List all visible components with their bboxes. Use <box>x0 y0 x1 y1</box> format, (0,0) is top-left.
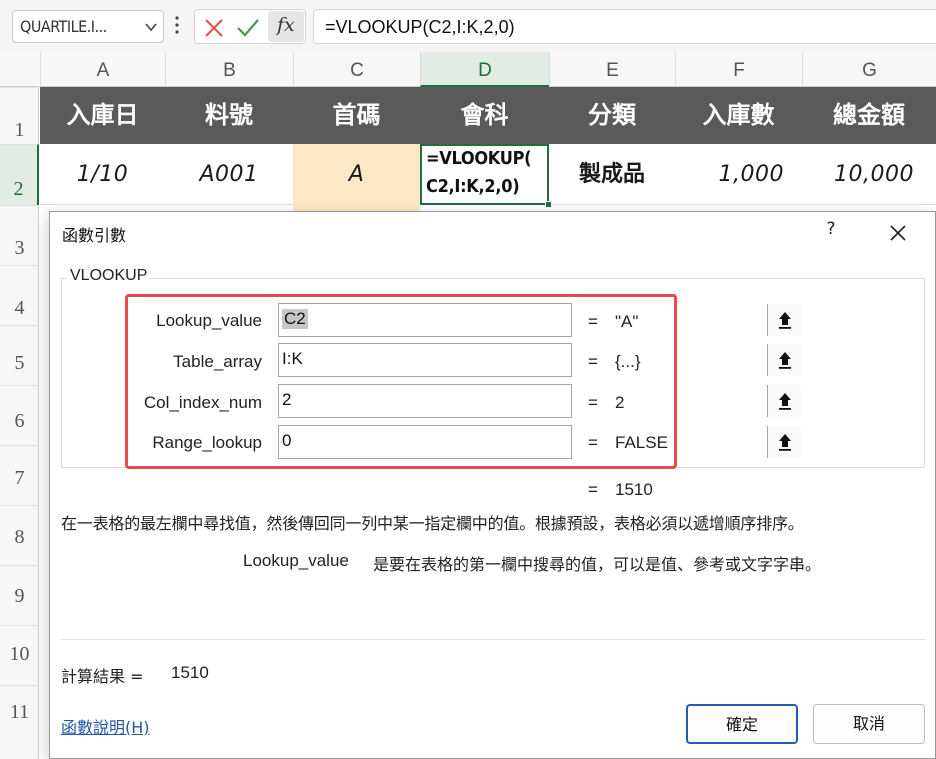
row-header-2[interactable]: 2 <box>0 144 39 205</box>
formula-bar: QUARTILE.I... fx =VLOOKUP(C2,I:K,2,0) <box>0 0 936 52</box>
cell-d2-formula-line-2: C2,I:K,2,0) <box>426 176 520 197</box>
cell-d1[interactable]: 會科 <box>420 87 549 144</box>
arg-equals: = <box>588 433 598 452</box>
arg-equals: = <box>588 352 598 371</box>
upload-arrow-icon <box>779 434 791 451</box>
ok-button[interactable]: 確定 <box>686 704 798 744</box>
function-description: 在一表格的最左欄中尋找值，然後傳回同一列中某一指定欄中的值。根據預設，表格必須以… <box>61 514 804 533</box>
chevron-down-icon[interactable] <box>144 20 158 34</box>
cell-a1[interactable]: 入庫日 <box>40 87 165 144</box>
formula-text: =VLOOKUP(C2,I:K,2,0) <box>325 17 515 37</box>
row-header-8[interactable]: 8 <box>0 505 39 565</box>
formula-buttons: fx <box>194 9 306 44</box>
range-lookup-text: 0 <box>282 431 292 450</box>
column-header-f[interactable]: F <box>675 52 802 87</box>
row-header-7[interactable]: 7 <box>0 445 39 505</box>
col-index-num-field[interactable]: 2 <box>278 384 801 418</box>
insert-function-button[interactable]: fx <box>268 11 304 42</box>
row-header-10[interactable]: 10 <box>0 625 39 685</box>
cell-a2[interactable]: 1/10 <box>40 144 165 205</box>
function-help-link[interactable]: 函數說明(H) <box>61 714 150 738</box>
calc-result-label: 計算結果 = <box>61 667 144 686</box>
column-header-d[interactable]: D <box>420 52 549 87</box>
table-array-field[interactable]: I:K <box>278 343 801 377</box>
arg-label-col-index-num: Col_index_num <box>143 393 262 412</box>
function-name-label: VLOOKUP <box>67 267 151 285</box>
cell-e2[interactable]: 製成品 <box>549 144 675 205</box>
upload-arrow-icon <box>779 352 791 369</box>
row-header-6[interactable]: 6 <box>0 385 39 445</box>
arg-result-range-lookup: FALSE <box>615 433 668 452</box>
upload-arrow-icon <box>779 393 791 410</box>
close-icon[interactable] <box>204 18 224 38</box>
function-result-equals: = <box>588 480 598 499</box>
cell-d2-active[interactable]: =VLOOKUP( C2,I:K,2,0) <box>420 144 552 208</box>
lookup-value-text: C2 <box>282 309 308 329</box>
divider <box>61 639 925 640</box>
row-header-9[interactable]: 9 <box>0 565 39 625</box>
collapse-dialog-button[interactable] <box>767 304 801 336</box>
cell-f1[interactable]: 入庫數 <box>675 87 802 144</box>
current-arg-name: Lookup_value <box>243 551 349 570</box>
cell-c2[interactable]: A <box>293 144 420 205</box>
cell-g1[interactable]: 總金額 <box>802 87 936 144</box>
row-header-4[interactable]: 4 <box>0 265 39 325</box>
close-icon[interactable] <box>886 221 910 245</box>
arg-label-lookup-value: Lookup_value <box>156 311 262 330</box>
cell-f2[interactable]: 1,000 <box>675 144 802 205</box>
column-header-g[interactable]: G <box>802 52 936 87</box>
row-header-5[interactable]: 5 <box>0 325 39 385</box>
column-headers: A B C D E F G <box>0 52 936 87</box>
dialog-title: 函數引數 <box>62 226 127 245</box>
arg-equals: = <box>588 393 598 412</box>
row-header-3[interactable]: 3 <box>0 205 39 265</box>
formula-input[interactable]: =VLOOKUP(C2,I:K,2,0) <box>313 9 936 44</box>
check-icon[interactable] <box>237 18 259 38</box>
upload-arrow-icon <box>779 312 791 329</box>
collapse-dialog-button[interactable] <box>767 385 801 417</box>
cell-b2[interactable]: A001 <box>165 144 293 205</box>
cell-c1[interactable]: 首碼 <box>293 87 420 144</box>
arg-equals: = <box>588 312 598 331</box>
header-row: 入庫日 料號 首碼 會科 分類 入庫數 總金額 <box>40 87 936 144</box>
help-icon[interactable]: ? <box>820 219 842 243</box>
name-box-text: QUARTILE.I... <box>20 17 107 36</box>
column-header-c[interactable]: C <box>293 52 420 87</box>
row-headers: 1 2 3 4 5 6 7 8 9 10 11 <box>0 87 39 759</box>
column-header-a[interactable]: A <box>40 52 165 87</box>
function-result: 1510 <box>615 480 653 499</box>
name-box[interactable]: QUARTILE.I... <box>12 10 164 43</box>
column-header-b[interactable]: B <box>165 52 293 87</box>
current-arg-help: 是要在表格的第一欄中搜尋的值，可以是值、參考或文字字串。 <box>373 555 822 574</box>
col-index-num-text: 2 <box>282 390 292 409</box>
row-header-11[interactable]: 11 <box>0 685 39 759</box>
cell-b1[interactable]: 料號 <box>165 87 293 144</box>
table-array-text: I:K <box>282 349 303 368</box>
arg-result-col-index-num: 2 <box>615 393 625 412</box>
range-lookup-field[interactable]: 0 <box>278 425 801 459</box>
calc-result-value: 1510 <box>171 663 209 682</box>
cell-e1[interactable]: 分類 <box>549 87 675 144</box>
lookup-value-field[interactable]: C2 <box>278 303 801 337</box>
collapse-dialog-button[interactable] <box>767 344 801 376</box>
cell-g2[interactable]: 10,000 <box>802 144 936 205</box>
arg-result-lookup-value: "A" <box>615 312 639 331</box>
row-header-1[interactable]: 1 <box>0 87 39 144</box>
arg-label-table-array: Table_array <box>173 352 262 371</box>
column-header-e[interactable]: E <box>549 52 675 87</box>
arg-result-table-array: {...} <box>615 352 641 371</box>
cancel-button[interactable]: 取消 <box>813 704 925 744</box>
collapse-dialog-button[interactable] <box>767 426 801 458</box>
function-arguments-dialog: 函數引數 ? VLOOKUP Lookup_value C2 = "A" Tab… <box>49 211 936 759</box>
arg-label-range-lookup: Range_lookup <box>152 433 262 452</box>
more-vertical-icon[interactable] <box>174 13 180 37</box>
data-row: 1/10 A001 A =VLOOKUP( C2,I:K,2,0) 製成品 1,… <box>40 144 936 208</box>
fx-icon: fx <box>277 14 295 36</box>
cell-d2-formula-line-1: =VLOOKUP( <box>426 148 532 169</box>
